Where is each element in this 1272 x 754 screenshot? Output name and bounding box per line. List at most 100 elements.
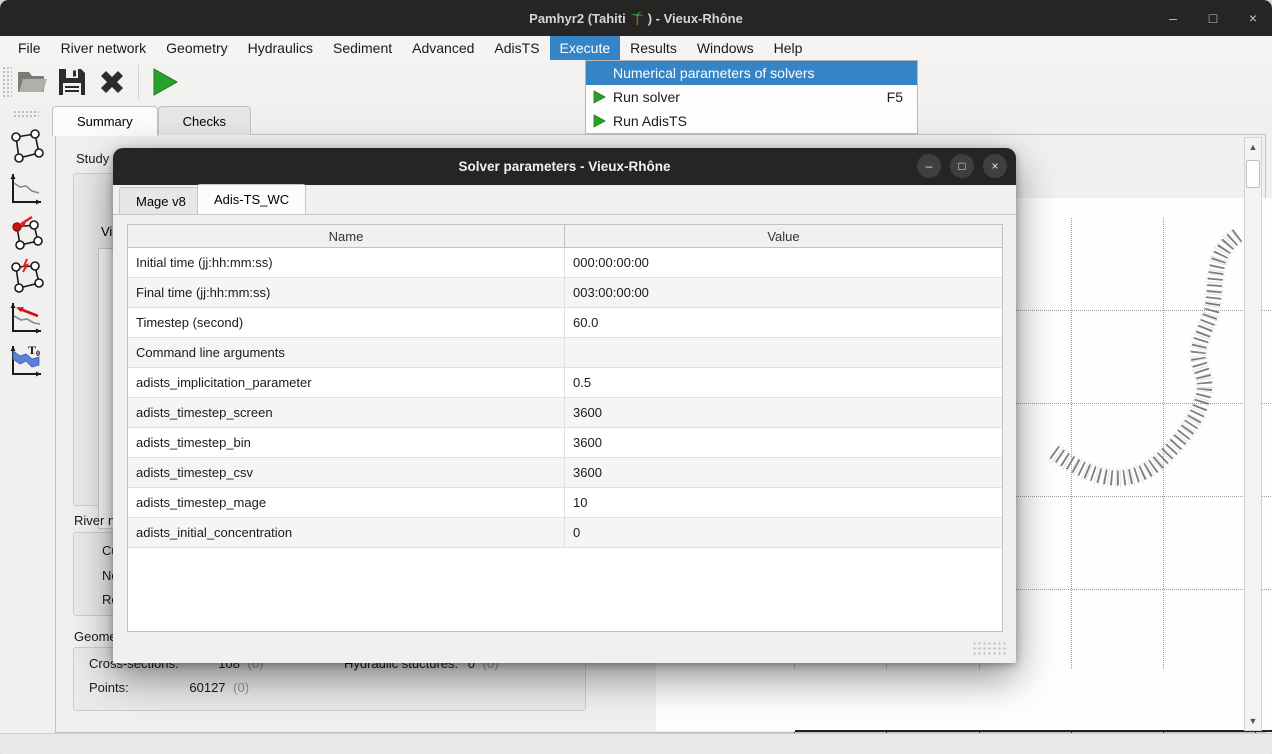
scroll-down-arrow-icon[interactable]: ▼ <box>1245 713 1261 729</box>
param-value-cell[interactable]: 3600 <box>565 428 1002 457</box>
solver-parameters-dialog: Solver parameters - Vieux-Rhône – □ × Ma… <box>113 148 1016 663</box>
tab-checks[interactable]: Checks <box>158 106 251 135</box>
window-titlebar[interactable]: Pamhyr2 (Tahiti ) - Vieux-Rhône – □ × <box>0 0 1272 36</box>
table-row[interactable]: adists_timestep_bin 3600 <box>128 428 1002 458</box>
menu-geometry[interactable]: Geometry <box>156 36 237 60</box>
sidebar-tool-friction-profile[interactable] <box>6 298 46 338</box>
param-name-cell: adists_timestep_screen <box>128 398 565 427</box>
toolbar-drag-handle[interactable] <box>2 66 12 98</box>
geometry-group-label: Geome <box>74 629 117 644</box>
table-row[interactable]: adists_initial_concentration 0 <box>128 518 1002 548</box>
table-header-row: Name Value <box>128 225 1002 248</box>
menu-river-network[interactable]: River network <box>51 36 157 60</box>
dialog-title: Solver parameters - Vieux-Rhône <box>458 159 670 174</box>
param-value-cell[interactable] <box>565 338 1002 367</box>
sidebar-drag-handle[interactable] <box>13 110 39 118</box>
initial-conditions-t0-icon: T 0 <box>8 343 44 379</box>
run-solver-button[interactable] <box>145 63 185 101</box>
window-maximize-button[interactable]: □ <box>1204 10 1222 26</box>
param-name-cell: adists_timestep_csv <box>128 458 565 487</box>
param-name-cell: Timestep (second) <box>128 308 565 337</box>
table-row[interactable]: adists_timestep_mage 10 <box>128 488 1002 518</box>
scroll-up-arrow-icon[interactable]: ▲ <box>1245 139 1261 155</box>
param-value-cell[interactable]: 3600 <box>565 398 1002 427</box>
pamhyr-main-window: Pamhyr2 (Tahiti ) - Vieux-Rhône – □ × Fi… <box>0 0 1272 754</box>
table-row[interactable]: Final time (jj:hh:mm:ss) 003:00:00:00 <box>128 278 1002 308</box>
save-study-button[interactable] <box>52 63 92 101</box>
dialog-tab-mage-v8[interactable]: Mage v8 <box>119 187 203 214</box>
lateral-contributions-icon <box>8 257 44 293</box>
table-row[interactable]: adists_timestep_csv 3600 <box>128 458 1002 488</box>
menu-help[interactable]: Help <box>764 36 813 60</box>
boundary-conditions-icon <box>8 214 44 250</box>
delete-cross-icon <box>97 67 127 97</box>
param-value-cell[interactable]: 3600 <box>565 458 1002 487</box>
open-folder-icon <box>16 69 48 95</box>
param-value-cell[interactable]: 60.0 <box>565 308 1002 337</box>
river-network-group-label: River n <box>74 513 115 528</box>
run-play-icon <box>151 68 179 96</box>
plot-vertical-scrollbar[interactable]: ▲ ▼ <box>1244 137 1262 731</box>
menu-advanced[interactable]: Advanced <box>402 36 484 60</box>
river-network-icon <box>8 128 44 164</box>
menu-sediment[interactable]: Sediment <box>323 36 402 60</box>
svg-text:T: T <box>28 343 36 357</box>
toolbar-separator <box>138 65 139 99</box>
menu-execute[interactable]: Execute <box>550 36 621 60</box>
status-bar <box>0 733 1272 754</box>
param-name-cell: Initial time (jj:hh:mm:ss) <box>128 248 565 277</box>
dialog-tab-adis-ts-wc[interactable]: Adis-TS_WC <box>197 184 306 214</box>
menu-file[interactable]: File <box>8 36 51 60</box>
run-play-icon <box>593 90 606 104</box>
dialog-maximize-button[interactable]: □ <box>950 154 974 178</box>
column-header-name[interactable]: Name <box>128 225 565 247</box>
svg-text:0: 0 <box>36 349 40 358</box>
table-row[interactable]: adists_timestep_screen 3600 <box>128 398 1002 428</box>
solver-parameters-table: Name Value Initial time (jj:hh:mm:ss) 00… <box>127 224 1003 632</box>
param-value-cell[interactable]: 003:00:00:00 <box>565 278 1002 307</box>
open-study-button[interactable] <box>12 63 52 101</box>
menu-results[interactable]: Results <box>620 36 687 60</box>
run-solver-shortcut: F5 <box>887 89 903 105</box>
tool-sidebar: T 0 <box>0 106 52 733</box>
menu-windows[interactable]: Windows <box>687 36 764 60</box>
sidebar-tool-river-network[interactable] <box>6 126 46 166</box>
menu-adists[interactable]: AdisTS <box>484 36 549 60</box>
param-value-cell[interactable]: 10 <box>565 488 1002 517</box>
dialog-tabbar: Mage v8 Adis-TS_WC <box>113 185 1016 215</box>
friction-profile-icon <box>8 300 44 336</box>
menubar: File River network Geometry Hydraulics S… <box>0 36 1272 60</box>
palm-tree-icon <box>630 11 644 26</box>
dialog-resize-grip[interactable] <box>972 641 1008 655</box>
study-group-label: Study <box>76 151 109 166</box>
column-header-value[interactable]: Value <box>565 225 1002 247</box>
run-play-icon <box>593 114 606 128</box>
points-label: Points: <box>89 680 129 695</box>
param-name-cell: adists_initial_concentration <box>128 518 565 547</box>
menu-item-run-solver[interactable]: Run solver F5 <box>586 85 917 109</box>
menu-hydraulics[interactable]: Hydraulics <box>238 36 323 60</box>
close-study-button[interactable] <box>92 63 132 101</box>
param-value-cell[interactable]: 0.5 <box>565 368 1002 397</box>
sidebar-tool-initial-conditions[interactable]: T 0 <box>6 341 46 381</box>
window-close-button[interactable]: × <box>1244 10 1262 26</box>
dialog-titlebar[interactable]: Solver parameters - Vieux-Rhône – □ × <box>113 148 1016 185</box>
param-value-cell[interactable]: 000:00:00:00 <box>565 248 1002 277</box>
scrollbar-thumb[interactable] <box>1246 160 1260 188</box>
points-value: 60127 <box>189 680 225 695</box>
window-minimize-button[interactable]: – <box>1164 10 1182 26</box>
table-row[interactable]: Command line arguments <box>128 338 1002 368</box>
table-row[interactable]: Timestep (second) 60.0 <box>128 308 1002 338</box>
table-row[interactable]: adists_implicitation_parameter 0.5 <box>128 368 1002 398</box>
sidebar-tool-boundary-conditions[interactable] <box>6 212 46 252</box>
dialog-minimize-button[interactable]: – <box>917 154 941 178</box>
sidebar-tool-longitudinal-profile[interactable] <box>6 169 46 209</box>
tab-summary[interactable]: Summary <box>52 106 158 136</box>
param-value-cell[interactable]: 0 <box>565 518 1002 547</box>
dialog-close-button[interactable]: × <box>983 154 1007 178</box>
sidebar-tool-lateral-contributions[interactable] <box>6 255 46 295</box>
menu-item-run-adists[interactable]: Run AdisTS <box>586 109 917 133</box>
menu-item-numerical-parameters[interactable]: Numerical parameters of solvers <box>586 61 917 85</box>
table-row[interactable]: Initial time (jj:hh:mm:ss) 000:00:00:00 <box>128 248 1002 278</box>
param-name-cell: Command line arguments <box>128 338 565 367</box>
